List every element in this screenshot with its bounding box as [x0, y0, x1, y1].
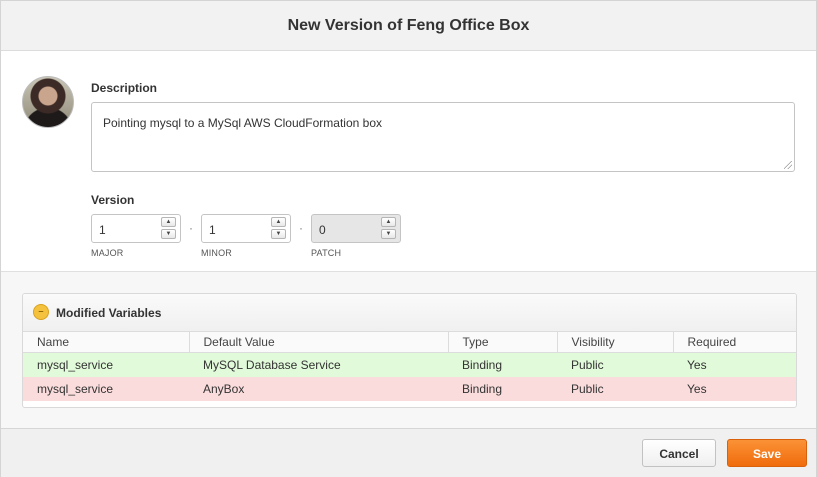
cell-required: Yes: [673, 376, 796, 401]
minus-circle-icon: –: [33, 304, 49, 320]
column-header[interactable]: Required: [673, 332, 796, 353]
new-version-dialog: New Version of Feng Office Box Descripti…: [0, 0, 817, 477]
cell-name: mysql_service: [23, 352, 189, 377]
version-major-value: 1: [99, 223, 106, 237]
resize-grip-icon[interactable]: [784, 161, 792, 169]
cell-visibility: Public: [557, 352, 673, 377]
description-label: Description: [91, 81, 158, 95]
cell-visibility: Public: [557, 376, 673, 401]
version-label: Version: [91, 193, 135, 207]
patch-increment-icon[interactable]: ▲: [381, 217, 396, 227]
version-separator: ·: [189, 221, 193, 235]
minor-decrement-icon[interactable]: ▼: [271, 229, 286, 239]
table-row[interactable]: mysql_service MySQL Database Service Bin…: [23, 352, 796, 377]
dialog-header: New Version of Feng Office Box: [1, 1, 816, 51]
cell-default-value: MySQL Database Service: [189, 352, 448, 377]
version-minor-value: 1: [209, 223, 216, 237]
major-stepper[interactable]: ▲ ▼: [161, 217, 176, 240]
avatar: [22, 76, 74, 128]
cancel-button[interactable]: Cancel: [642, 439, 716, 467]
column-header[interactable]: Name: [23, 332, 190, 353]
patch-stepper[interactable]: ▲ ▼: [381, 217, 396, 240]
patch-decrement-icon[interactable]: ▼: [381, 229, 396, 239]
patch-caption: PATCH: [311, 248, 342, 258]
variables-table: Name Default Value Type Visibility Requi…: [23, 332, 796, 401]
minor-increment-icon[interactable]: ▲: [271, 217, 286, 227]
version-separator: ·: [299, 221, 303, 235]
dialog-footer: Cancel Save: [1, 428, 816, 477]
major-decrement-icon[interactable]: ▼: [161, 229, 176, 239]
cell-name: mysql_service: [23, 376, 189, 401]
column-header[interactable]: Default Value: [189, 332, 449, 353]
dialog-title: New Version of Feng Office Box: [287, 17, 530, 34]
major-increment-icon[interactable]: ▲: [161, 217, 176, 227]
cell-type: Binding: [448, 376, 557, 401]
table-row[interactable]: mysql_service AnyBox Binding Public Yes: [23, 376, 796, 401]
minor-stepper[interactable]: ▲ ▼: [271, 217, 286, 240]
major-caption: MAJOR: [91, 248, 124, 258]
panel-header: – Modified Variables: [23, 294, 796, 332]
version-minor-input[interactable]: 1 ▲ ▼: [201, 214, 291, 243]
save-button[interactable]: Save: [727, 439, 807, 467]
cell-type: Binding: [448, 352, 557, 377]
cell-required: Yes: [673, 352, 796, 377]
panel-title: Modified Variables: [56, 306, 162, 320]
version-patch-value: 0: [319, 223, 326, 237]
column-header[interactable]: Visibility: [557, 332, 674, 353]
column-header[interactable]: Type: [448, 332, 558, 353]
modified-variables-panel: – Modified Variables Name Default Value …: [22, 293, 797, 408]
version-patch-input[interactable]: 0 ▲ ▼: [311, 214, 401, 243]
cell-default-value: AnyBox: [189, 376, 448, 401]
minor-caption: MINOR: [201, 248, 232, 258]
description-text: Pointing mysql to a MySql AWS CloudForma…: [103, 116, 383, 130]
version-major-input[interactable]: 1 ▲ ▼: [91, 214, 181, 243]
description-textarea[interactable]: Pointing mysql to a MySql AWS CloudForma…: [91, 102, 795, 172]
